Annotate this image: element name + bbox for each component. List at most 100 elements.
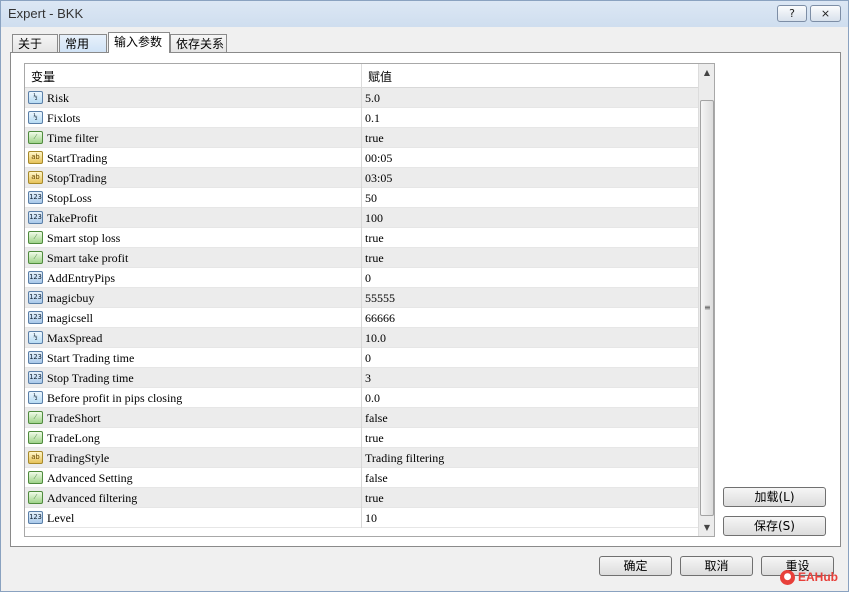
table-row[interactable]: 123 StopLoss 50 — [25, 188, 698, 208]
column-header-variable[interactable]: 变量 — [31, 68, 55, 85]
watermark-text: EAHub — [798, 570, 838, 584]
help-button[interactable]: ? — [777, 5, 807, 22]
parameter-name: TradingStyle — [47, 451, 110, 465]
cancel-button[interactable]: 取消 — [680, 556, 753, 576]
parameter-value[interactable]: 10.0 — [365, 331, 386, 346]
table-row[interactable]: ⁄ Advanced Setting false — [25, 468, 698, 488]
double-icon: ½ — [28, 331, 43, 344]
double-icon: ½ — [28, 111, 43, 124]
ok-button[interactable]: 确定 — [599, 556, 672, 576]
parameter-name: Level — [47, 511, 75, 525]
table-row[interactable]: ⁄ TradeShort false — [25, 408, 698, 428]
parameter-value[interactable]: 55555 — [365, 291, 395, 306]
table-row[interactable]: ½ Fixlots 0.1 — [25, 108, 698, 128]
cell-divider — [361, 448, 362, 468]
load-button[interactable]: 加载(L) — [723, 487, 826, 507]
table-row[interactable]: ⁄ Smart stop loss true — [25, 228, 698, 248]
parameter-value[interactable]: 50 — [365, 191, 377, 206]
title-bar[interactable]: Expert - BKK ? ⨯ — [1, 1, 848, 27]
save-button[interactable]: 保存(S) — [723, 516, 826, 536]
bool-icon: ⁄ — [28, 471, 43, 484]
table-row[interactable]: ⁄ Smart take profit true — [25, 248, 698, 268]
table-row[interactable]: 123 magicbuy 55555 — [25, 288, 698, 308]
parameter-name: StartTrading — [47, 151, 108, 165]
table-row[interactable]: 123 Start Trading time 0 — [25, 348, 698, 368]
cell-divider — [361, 488, 362, 508]
tab-common[interactable]: 常用 — [59, 34, 107, 53]
close-button[interactable]: ⨯ — [810, 5, 841, 22]
cell-divider — [361, 508, 362, 528]
table-row[interactable]: ab StartTrading 00:05 — [25, 148, 698, 168]
bool-icon: ⁄ — [28, 251, 43, 264]
parameter-name: MaxSpread — [47, 331, 103, 345]
parameter-value[interactable]: true — [365, 251, 384, 266]
column-header-value[interactable]: 赋值 — [368, 68, 392, 85]
table-row[interactable]: 123 TakeProfit 100 — [25, 208, 698, 228]
parameter-value[interactable]: Trading filtering — [365, 451, 444, 466]
tab-inputs[interactable]: 输入参数 — [108, 32, 170, 53]
parameter-value[interactable]: 0 — [365, 271, 371, 286]
integer-icon: 123 — [28, 291, 43, 304]
parameter-value[interactable]: false — [365, 411, 388, 426]
cell-divider — [361, 468, 362, 488]
cell-divider — [361, 368, 362, 388]
table-row[interactable]: ⁄ Time filter true — [25, 128, 698, 148]
parameter-value[interactable]: 100 — [365, 211, 383, 226]
scroll-up-arrow-icon[interactable]: ▲ — [699, 64, 714, 81]
bool-icon: ⁄ — [28, 491, 43, 504]
cell-divider — [361, 388, 362, 408]
column-divider[interactable] — [361, 64, 362, 88]
tab-about[interactable]: 关于 — [12, 34, 58, 53]
table-row[interactable]: 123 magicsell 66666 — [25, 308, 698, 328]
parameter-name: StopLoss — [47, 191, 92, 205]
parameter-value[interactable]: true — [365, 431, 384, 446]
parameter-value[interactable]: 66666 — [365, 311, 395, 326]
parameter-value[interactable]: 00:05 — [365, 151, 392, 166]
table-row[interactable]: ⁄ Advanced filtering true — [25, 488, 698, 508]
parameter-value[interactable]: true — [365, 131, 384, 146]
cell-divider — [361, 428, 362, 448]
parameter-value[interactable]: 0 — [365, 351, 371, 366]
table-row[interactable]: 123 Level 10 — [25, 508, 698, 528]
table-row[interactable]: ½ Risk 5.0 — [25, 88, 698, 108]
string-icon: ab — [28, 171, 43, 184]
parameter-value[interactable]: 5.0 — [365, 91, 380, 106]
table-row[interactable]: ab StopTrading 03:05 — [25, 168, 698, 188]
parameter-value[interactable]: 3 — [365, 371, 371, 386]
parameter-name: Fixlots — [47, 111, 81, 125]
integer-icon: 123 — [28, 271, 43, 284]
table-row[interactable]: 123 AddEntryPips 0 — [25, 268, 698, 288]
parameter-value[interactable]: false — [365, 471, 388, 486]
table-row[interactable]: ½ Before profit in pips closing 0.0 — [25, 388, 698, 408]
parameter-name: AddEntryPips — [47, 271, 116, 285]
parameter-name: TradeShort — [47, 411, 101, 425]
table-row[interactable]: ⁄ TradeLong true — [25, 428, 698, 448]
parameters-grid: 变量 赋值 ½ Risk 5.0 ½ Fixlots 0.1 ⁄ Time filter tru… — [24, 63, 715, 537]
parameter-name: StopTrading — [47, 171, 107, 185]
cell-divider — [361, 328, 362, 348]
watermark-logo: ● EAHub — [780, 569, 842, 587]
scroll-down-arrow-icon[interactable]: ▼ — [699, 519, 714, 536]
table-row[interactable]: 123 Stop Trading time 3 — [25, 368, 698, 388]
parameter-value[interactable]: true — [365, 231, 384, 246]
parameter-value[interactable]: 0.0 — [365, 391, 380, 406]
parameter-value[interactable]: 0.1 — [365, 111, 380, 126]
parameter-value[interactable]: 03:05 — [365, 171, 392, 186]
parameter-name: Advanced filtering — [47, 491, 138, 505]
bool-icon: ⁄ — [28, 131, 43, 144]
parameter-value[interactable]: 10 — [365, 511, 377, 526]
parameter-value[interactable]: true — [365, 491, 384, 506]
scroll-thumb[interactable]: ≡ — [700, 100, 714, 516]
cell-divider — [361, 88, 362, 108]
integer-icon: 123 — [28, 371, 43, 384]
tab-dependencies[interactable]: 依存关系 — [170, 34, 227, 53]
table-row[interactable]: ab TradingStyle Trading filtering — [25, 448, 698, 468]
table-row[interactable]: ½ MaxSpread 10.0 — [25, 328, 698, 348]
bool-icon: ⁄ — [28, 431, 43, 444]
bool-icon: ⁄ — [28, 411, 43, 424]
parameter-name: Smart stop loss — [47, 231, 121, 245]
parameter-name: magicsell — [47, 311, 93, 325]
vertical-scrollbar[interactable]: ▲ ≡ ▼ — [698, 64, 714, 536]
string-icon: ab — [28, 451, 43, 464]
integer-icon: 123 — [28, 211, 43, 224]
